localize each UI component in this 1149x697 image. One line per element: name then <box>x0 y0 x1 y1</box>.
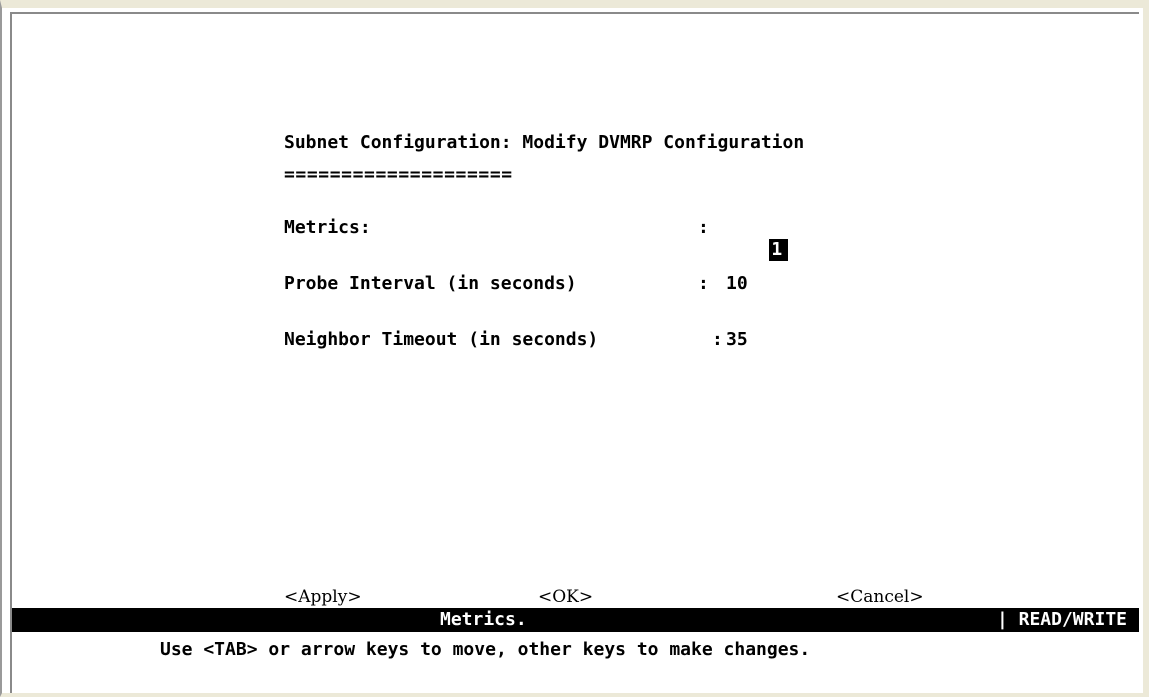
page-title: Subnet Configuration: Modify DVMRP Confi… <box>284 132 805 153</box>
probe-interval-colon: : <box>698 273 709 294</box>
metrics-input-cursor[interactable]: 1 <box>769 239 789 261</box>
apply-button[interactable]: <Apply> <box>284 586 362 608</box>
metrics-label: Metrics: <box>284 217 371 238</box>
status-bar: Metrics. | READ/WRITE <box>12 608 1139 632</box>
status-message: Metrics. <box>440 609 527 630</box>
terminal-screen: Subnet Configuration: Modify DVMRP Confi… <box>12 14 1139 693</box>
neighbor-timeout-label: Neighbor Timeout (in seconds) <box>284 329 599 350</box>
neighbor-timeout-colon: : <box>712 329 723 350</box>
access-mode-indicator: | READ/WRITE <box>996 609 1127 630</box>
probe-interval-field[interactable]: 10 <box>726 273 748 295</box>
probe-interval-label: Probe Interval (in seconds) <box>284 273 577 294</box>
ok-button[interactable]: <OK> <box>538 586 593 608</box>
help-text: Use <TAB> or arrow keys to move, other k… <box>160 639 811 660</box>
neighbor-timeout-field[interactable]: 35 <box>726 329 748 351</box>
cancel-button[interactable]: <Cancel> <box>836 586 924 608</box>
metrics-colon: : <box>698 217 709 238</box>
title-underline: ==================== <box>284 164 513 185</box>
